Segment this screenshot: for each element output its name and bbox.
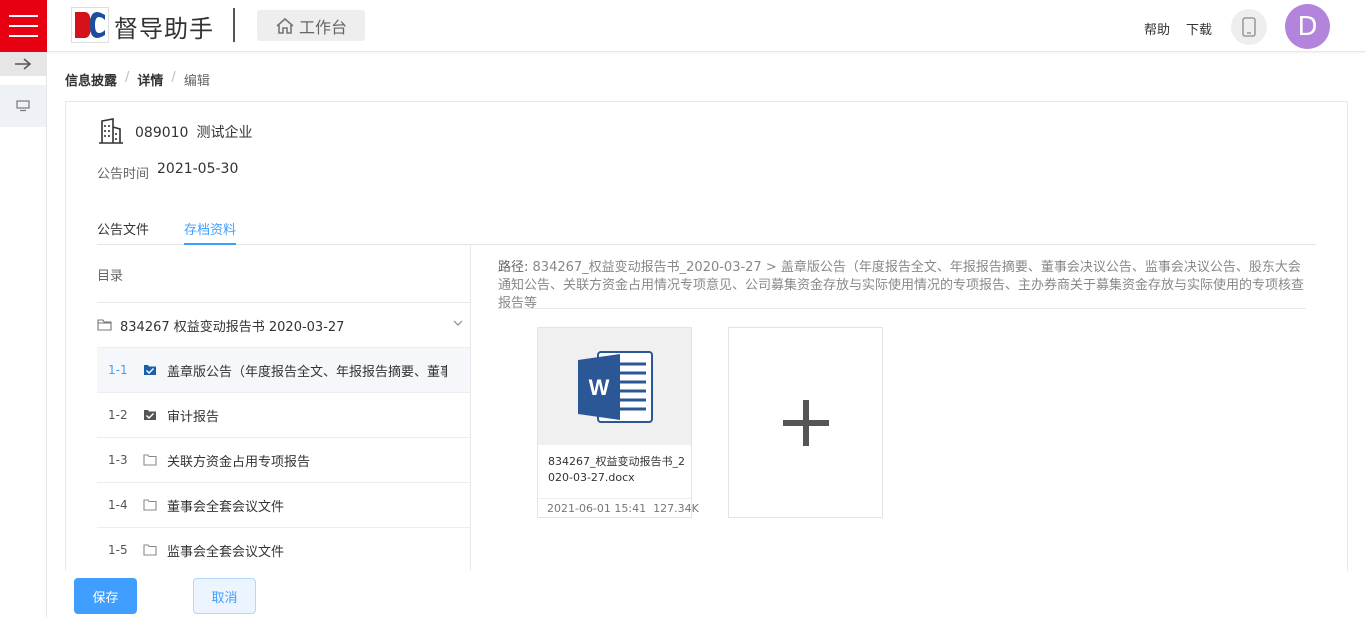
company-title: 089010 测试企业 [135,122,260,142]
workbench-button[interactable]: 工作台 [257,10,365,41]
announcement-date-label: 公告时间 [97,167,150,182]
tree-item-label: 董事会全套会议文件 [167,499,285,515]
tree-item[interactable]: 1-3 关联方资金占用专项报告 [97,437,470,482]
menu-line [9,25,38,27]
company-code: 089010 [135,125,189,141]
tree-item-label: 盖章版公告（年度报告全文、年报报告摘要、董事... [167,364,447,380]
path-value: 834267_权益变动报告书_2020-03-27 > 盖章版公告（年度报告全文… [498,260,1305,311]
app-logo[interactable] [71,7,109,43]
tree-item[interactable]: 1-2 审计报告 [97,392,470,437]
breadcrumb-item[interactable]: 详情 [137,70,163,89]
root-folder-label: 834267 权益变动报告书 2020-03-27 [120,319,345,335]
side-rail [0,52,47,617]
folder-icon [143,499,167,511]
tree-item-number: 1-3 [108,453,128,467]
tree-item-label: 审计报告 [167,409,220,425]
add-file-button[interactable] [728,327,883,518]
home-icon [276,17,294,34]
directory-tree: 目录 834267 权益变动报告书 2020-03-27 1-1 盖章版公告（年… [97,245,471,571]
user-avatar[interactable]: D [1285,4,1330,49]
folder-check-icon [143,409,167,421]
app-name: 督导助手 [114,15,214,43]
breadcrumb-current: 编辑 [183,74,210,89]
tree-header: 目录 [97,269,124,284]
breadcrumb: 信息披露 / 详情 / 编辑 [65,70,210,89]
file-meta: 2021-06-01 15:41 127.34K [538,498,699,518]
arrow-right-icon [15,58,32,70]
save-button[interactable]: 保存 [74,578,137,614]
top-header: 督导助手 工作台 帮助 下载 D [0,0,1366,52]
brand-divider [233,8,235,42]
file-name: 834267_权益变动报告书_2020-03-27.docx [548,455,685,484]
folder-open-icon [97,319,112,331]
monitor-icon [16,100,30,112]
company-name: 测试企业 [196,125,253,141]
menu-line [9,15,38,17]
plus-icon [782,399,829,446]
breadcrumb-separator: / [171,70,176,85]
tree-item[interactable]: 1-4 董事会全套会议文件 [97,482,470,527]
tree-item-label: 监事会全套会议文件 [167,544,285,560]
svg-text:W: W [588,375,609,400]
path-label: 路径: [498,260,529,275]
path-divider [498,308,1306,309]
mobile-phone-icon [1242,17,1256,37]
announcement-date-value: 2021-05-30 [157,161,239,177]
tree-item-number: 1-2 [108,408,128,422]
mobile-button[interactable] [1231,9,1267,45]
tab-bar: 公告文件 存档资料 [97,219,1316,245]
folder-icon [143,544,167,556]
file-card[interactable]: W 834267_权益变动报告书_2020-03-27.docx 2021-06… [537,327,699,518]
breadcrumb-separator: / [125,70,130,85]
folder-check-icon [143,364,167,376]
menu-line [9,35,38,37]
rail-item-monitor[interactable] [0,85,46,127]
tab-archive-materials[interactable]: 存档资料 [184,219,237,245]
tree-item[interactable]: 1-5 监事会全套会议文件 [97,527,470,572]
chevron-down-icon[interactable] [452,317,464,333]
file-date: 2021-06-01 15:41 [547,502,647,515]
tree-item[interactable]: 1-1 盖章版公告（年度报告全文、年报报告摘要、董事... [97,347,470,392]
tab-announcement-files[interactable]: 公告文件 [97,219,149,245]
breadcrumb-item[interactable]: 信息披露 [65,70,117,89]
file-thumbnail: W [538,328,691,445]
workbench-label: 工作台 [298,17,347,37]
tree-item-number: 1-1 [108,363,128,377]
word-icon: W [577,350,653,423]
tree-item-number: 1-4 [108,498,128,512]
download-link[interactable]: 下载 [1186,19,1212,38]
menu-button[interactable] [0,0,47,52]
logo-icon [75,12,105,38]
file-size: 127.34K [653,502,699,515]
cancel-button[interactable]: 取消 [193,578,256,614]
help-link[interactable]: 帮助 [1144,19,1170,38]
tree-item-label: 关联方资金占用专项报告 [167,454,311,470]
rail-expand-button[interactable] [0,52,46,76]
root-folder[interactable]: 834267 权益变动报告书 2020-03-27 [97,303,470,347]
tree-item-number: 1-5 [108,543,128,557]
building-icon [97,118,125,148]
file-path: 路径: 834267_权益变动报告书_2020-03-27 > 盖章版公告（年度… [498,259,1313,313]
folder-icon [143,454,167,466]
